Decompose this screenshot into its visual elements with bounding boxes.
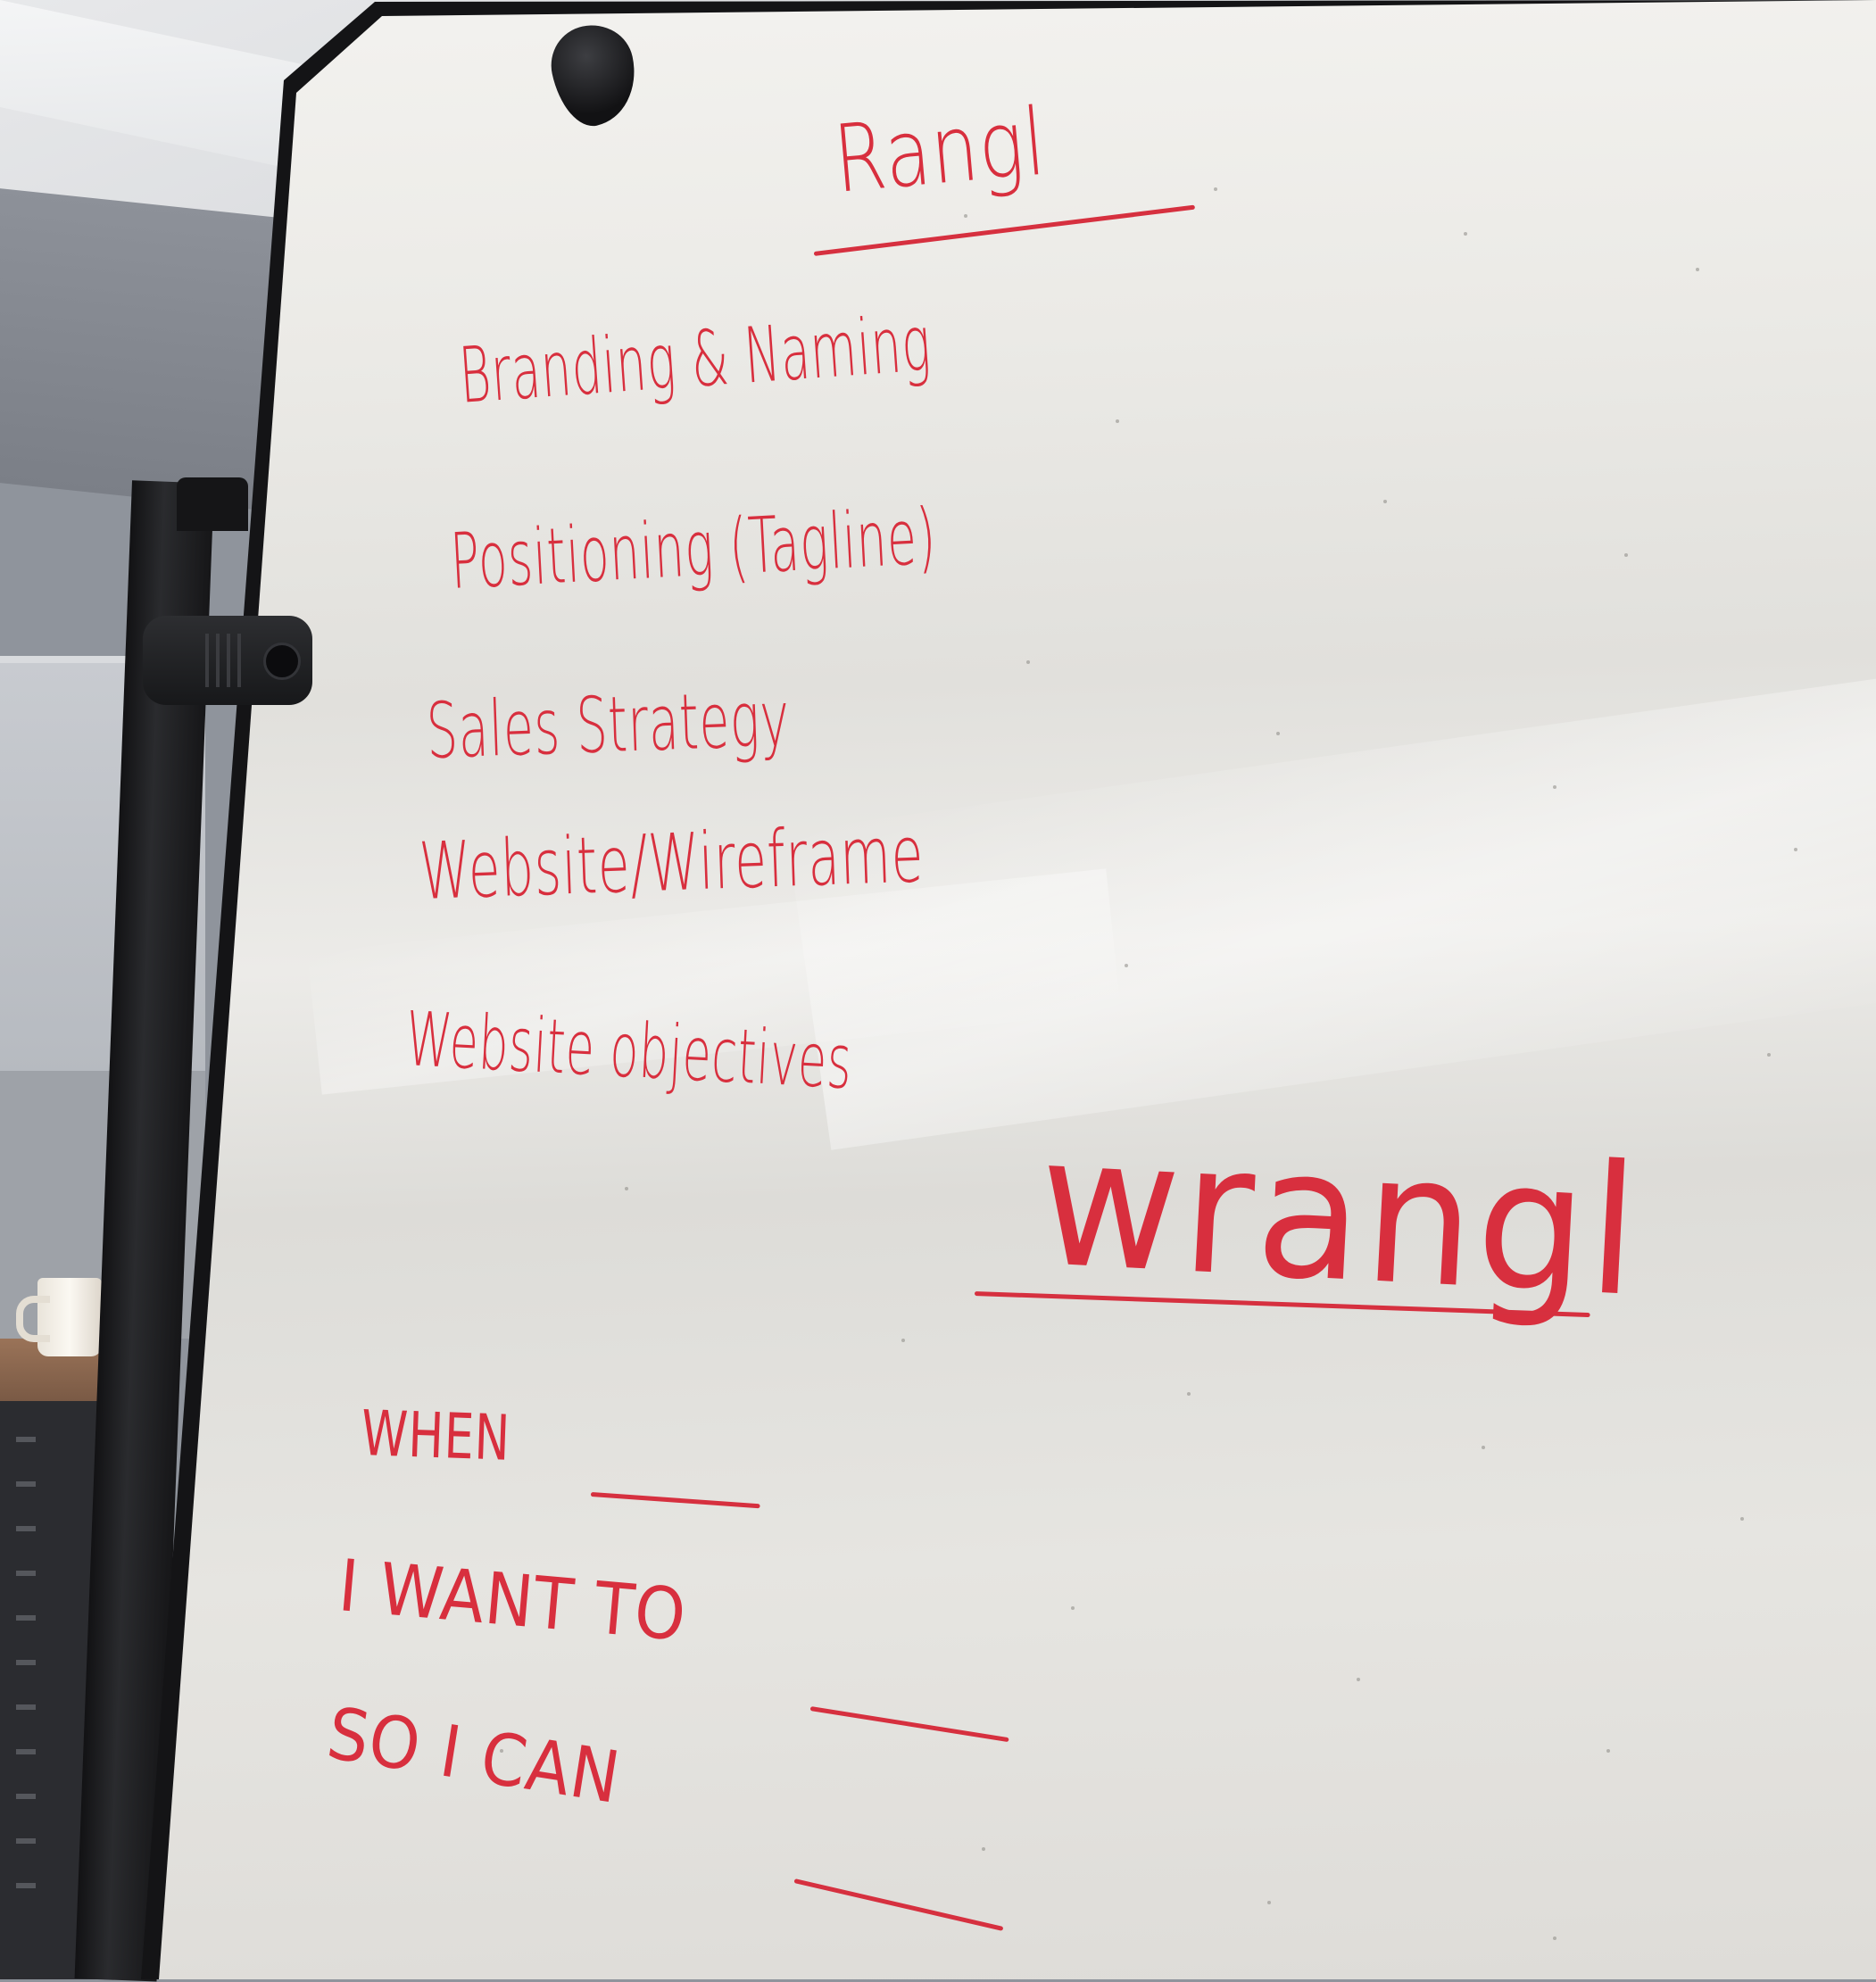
board-speck <box>1276 732 1280 735</box>
board-item-website: Website/Wireframe <box>418 808 926 917</box>
board-speck <box>1482 1446 1485 1449</box>
board-speck <box>1187 1392 1191 1396</box>
board-speck <box>1553 785 1556 789</box>
board-speck <box>1357 1678 1360 1681</box>
cabinet-slot <box>16 1883 36 1888</box>
board-speck <box>1740 1517 1744 1521</box>
clamp-rib <box>227 634 230 687</box>
board-speck <box>1606 1749 1610 1753</box>
cabinet-slot <box>16 1571 36 1576</box>
easel-pole-cap <box>177 477 248 531</box>
cabinet-slot <box>16 1526 36 1531</box>
board-speck <box>1026 660 1030 664</box>
board-speck <box>1125 964 1128 967</box>
board-title: Rangl <box>829 87 1050 214</box>
cabinet-slot <box>16 1704 36 1710</box>
board-prompt-when: WHEN <box>360 1397 512 1475</box>
clamp-rib <box>237 634 241 687</box>
board-speck <box>901 1339 905 1342</box>
board-speck <box>1071 1606 1075 1610</box>
board-speck <box>1267 1901 1271 1904</box>
cabinet-slot <box>16 1437 36 1442</box>
board-speck <box>1116 419 1119 423</box>
board-speck <box>1696 268 1699 271</box>
board-speck <box>1214 187 1217 191</box>
coffee-mug <box>16 1278 102 1356</box>
board-speck <box>964 214 967 218</box>
clamp-rib <box>216 634 220 687</box>
cabinet-slot <box>16 1838 36 1844</box>
board-speck <box>1553 1936 1556 1940</box>
board-speck <box>1464 232 1467 236</box>
board-speck <box>625 1187 628 1190</box>
cabinet-slot <box>16 1794 36 1799</box>
board-speck <box>1624 553 1628 557</box>
board-speck <box>982 1847 985 1851</box>
easel-clamp <box>143 616 312 705</box>
board-item-sales: Sales Strategy <box>425 674 792 776</box>
board-speck <box>1383 500 1387 503</box>
cabinet-slot <box>16 1481 36 1487</box>
mug-handle <box>16 1296 50 1342</box>
board-speck <box>1794 848 1797 851</box>
cabinet-slot <box>16 1660 36 1665</box>
clamp-knob <box>263 643 301 680</box>
clamp-rib <box>205 634 209 687</box>
board-speck <box>1767 1053 1771 1057</box>
cabinet-slot <box>16 1749 36 1754</box>
cabinet-slot <box>16 1615 36 1621</box>
